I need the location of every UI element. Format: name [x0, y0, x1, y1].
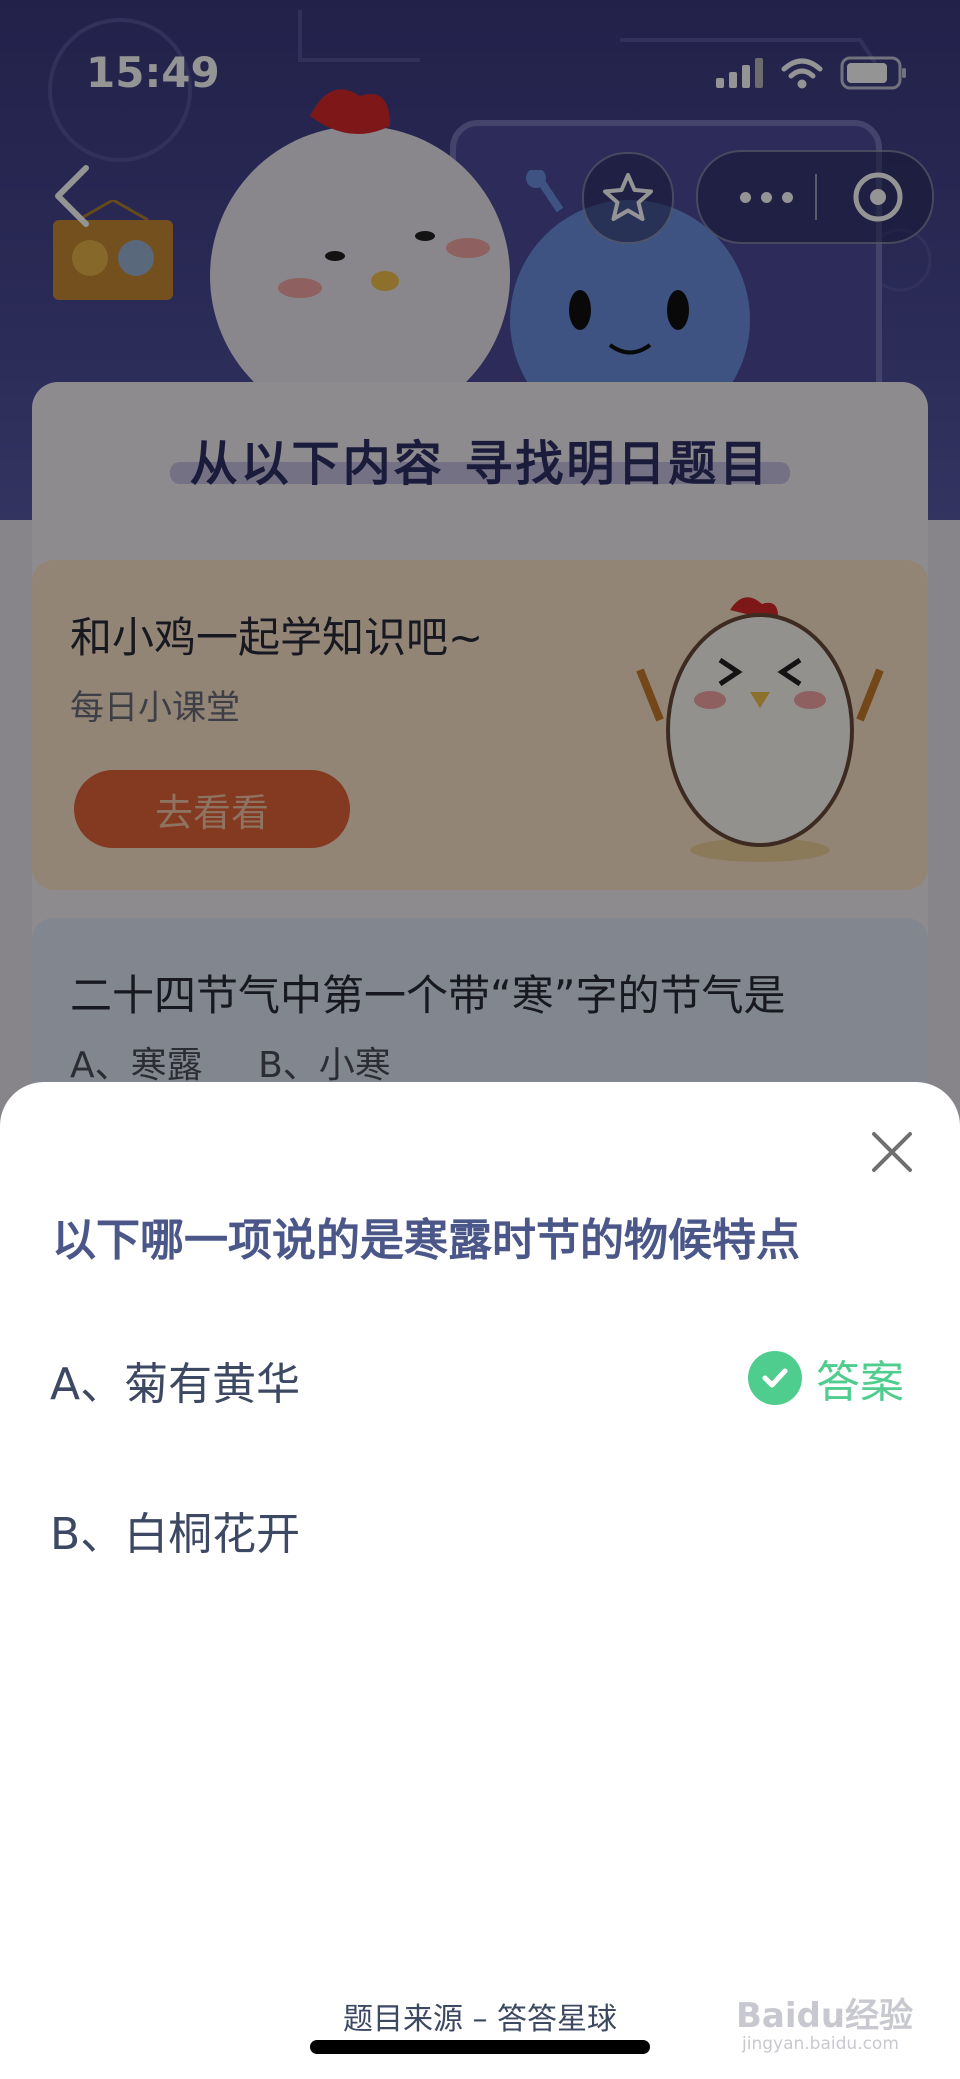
baidu-watermark: Baidu经验: [736, 1996, 914, 2036]
baidu-watermark-url: jingyan.baidu.com: [742, 2034, 899, 2054]
sheet-option-b[interactable]: B、白桐花开: [50, 1498, 300, 1562]
answer-label: 答案: [816, 1357, 904, 1408]
sheet-close-button[interactable]: [860, 1120, 924, 1184]
sheet-question-title: 以下哪一项说的是寒露时节的物候特点: [52, 1215, 800, 1266]
close-x-icon: [872, 1132, 912, 1172]
sheet-option-a[interactable]: A、菊有黄华: [50, 1348, 300, 1412]
answer-badge: 答案: [748, 1346, 904, 1410]
check-circle-icon: [748, 1351, 802, 1405]
home-indicator[interactable]: [310, 2040, 650, 2054]
